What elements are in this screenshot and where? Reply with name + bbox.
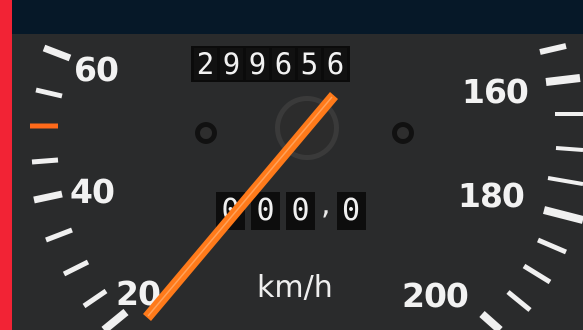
needle: [143, 92, 338, 321]
speedometer-photo: 2 9 9 6 5 6 0 0 0 , 0 60 40 20 160 180 2…: [0, 0, 583, 330]
left-red-strip: [0, 0, 12, 330]
